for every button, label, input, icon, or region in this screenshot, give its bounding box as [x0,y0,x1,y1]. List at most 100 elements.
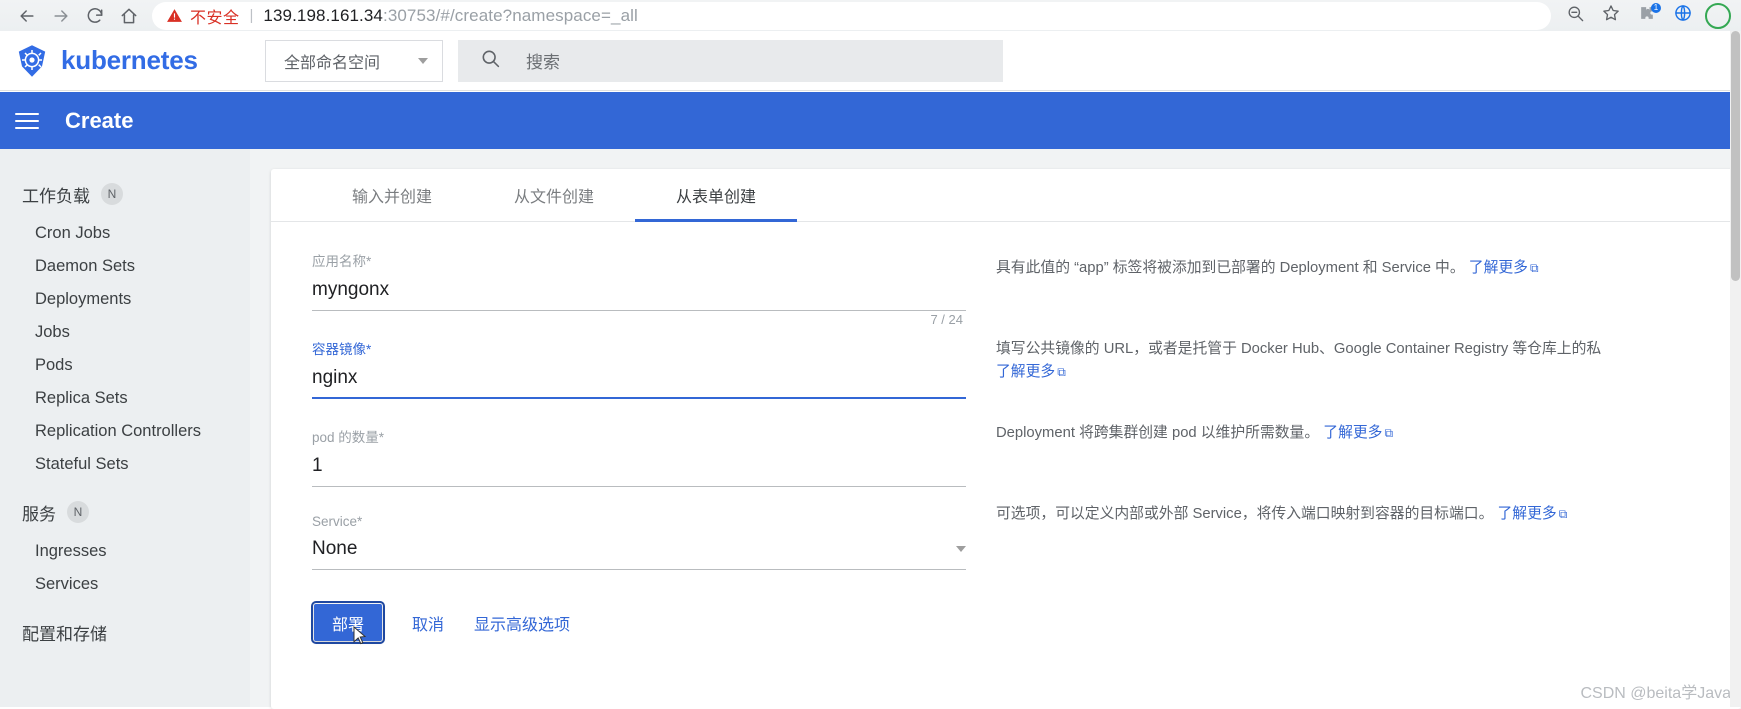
home-button[interactable] [112,2,146,30]
translate-button[interactable] [1665,2,1701,30]
external-link-icon: ⧉ [1529,261,1539,275]
page-scrollbar[interactable] [1730,31,1741,707]
help-container-image-link[interactable]: 了解更多 ⧉ [996,364,1066,380]
cancel-button[interactable]: 取消 [412,611,444,635]
deploy-button[interactable]: 部署 [310,601,386,645]
security-warning-text: 不安全 [190,9,240,27]
label-text: 容器镜像 [312,342,366,357]
sidebar-item-label: Deployments [35,290,132,308]
sidebar-item-replication-controllers[interactable]: Replication Controllers [0,415,250,448]
page-title: Create [65,107,134,133]
sidebar-item-pods[interactable]: Pods [0,349,250,382]
brand-logo[interactable]: kubernetes [0,43,250,79]
star-icon [1601,3,1621,28]
namespace-selector[interactable]: 全部命名空间 [265,39,443,82]
sidebar-group-label: 配置和存储 [22,624,107,644]
pod-count-input[interactable]: 1 [312,455,966,487]
pod-count-label: pod 的数量* [312,426,966,446]
container-image-input[interactable]: nginx [312,367,966,399]
help-slot-container-image: 填写公共镜像的 URL，或者是托管于 Docker Hub、Google Con… [996,338,1706,422]
help-pod-count-link[interactable]: 了解更多 ⧉ [1323,425,1393,441]
namespace-selector-value: 全部命名空间 [284,54,381,72]
field-app-name: 应用名称* myngonx 7 / 24 [312,250,966,327]
show-advanced-options-button[interactable]: 显示高级选项 [474,611,570,635]
chevron-down-icon [956,546,966,552]
sidebar: 工作负载 N Cron Jobs Daemon Sets Deployments… [0,149,250,707]
create-tabs: 输入并创建 从文件创建 从表单创建 [271,169,1741,222]
tab-label: 输入并创建 [351,189,432,206]
required-marker: * [357,514,363,529]
external-link-icon: ⧉ [1558,507,1568,521]
app-name-input[interactable]: myngonx [312,279,966,311]
advanced-button-label: 显示高级选项 [474,616,571,634]
namespaced-badge: N [67,501,89,523]
tab-create-from-form[interactable]: 从表单创建 [635,169,797,222]
url-path: :30753/#/create?namespace=_all [383,5,638,25]
sidebar-item-label: Services [35,575,99,593]
sidebar-item-services[interactable]: Services [0,568,250,601]
forward-button[interactable] [44,2,78,30]
create-card: 输入并创建 从文件创建 从表单创建 应用名称* myngonx 7 / 24 容… [271,169,1741,709]
search-input[interactable]: 搜索 [458,39,1003,82]
required-marker: * [378,430,385,445]
form-buttons: 部署 取消 显示高级选项 [310,597,966,645]
tab-create-from-input[interactable]: 输入并创建 [311,169,473,221]
help-service-text: 可选项，可以定义内部或外部 Service，将传入端口映射到容器的目标端口。 [996,506,1494,522]
bookmark-button[interactable] [1593,2,1629,30]
sidebar-group-label: 服务 [22,504,56,524]
sidebar-item-daemon-sets[interactable]: Daemon Sets [0,250,250,283]
sidebar-item-deployments[interactable]: Deployments [0,283,250,316]
label-text: Service [312,514,358,529]
help-link-label: 了解更多 [1497,506,1557,522]
service-select[interactable]: None [312,538,966,570]
reload-button[interactable] [78,2,112,30]
url-host: 139.198.161.34 [263,5,383,25]
label-text: pod 的数量 [312,430,379,445]
sidebar-divider [0,481,250,495]
tab-create-from-file[interactable]: 从文件创建 [473,169,635,221]
help-slot-pod-count: Deployment 将跨集群创建 pod 以维护所需数量。 了解更多 ⧉ [996,422,1706,503]
kubernetes-logo-icon [14,43,50,79]
extension-button[interactable]: 1 [1629,2,1665,30]
browser-actions: 1 [1557,2,1731,30]
sidebar-item-jobs[interactable]: Jobs [0,316,250,349]
scrollbar-thumb[interactable] [1731,31,1740,281]
help-container-image: 填写公共镜像的 URL，或者是托管于 Docker Hub、Google Con… [996,338,1706,384]
sidebar-item-cron-jobs[interactable]: Cron Jobs [0,217,250,250]
field-container-image: 容器镜像* nginx [312,338,966,399]
external-link-icon: ⧉ [1057,364,1066,379]
help-slot-app-name: 具有此值的 “app” 标签将被添加到已部署的 Deployment 和 Ser… [996,257,1706,338]
sidebar-item-label: Daemon Sets [35,257,135,275]
cancel-button-label: 取消 [412,616,445,634]
hamburger-menu-icon[interactable] [12,106,42,136]
arrow-left-icon [17,6,37,26]
arrow-right-icon [51,6,71,26]
container-image-label: 容器镜像* [312,338,966,358]
sidebar-item-ingresses[interactable]: Ingresses [0,535,250,568]
external-link-icon: ⧉ [1384,426,1394,440]
sidebar-item-label: Pods [35,356,73,374]
address-bar[interactable]: 不安全 | 139.198.161.34:30753/#/create?name… [152,1,1551,30]
chevron-down-icon [418,57,428,64]
sidebar-group-label: 工作负载 [22,186,90,206]
help-pod-count: Deployment 将跨集群创建 pod 以维护所需数量。 了解更多 ⧉ [996,422,1706,445]
home-icon [119,6,139,26]
help-service-link[interactable]: 了解更多 ⧉ [1498,506,1568,522]
sidebar-item-label: Replication Controllers [35,422,201,440]
field-service: Service* None [312,514,966,570]
sidebar-item-stateful-sets[interactable]: Stateful Sets [0,448,250,481]
help-link-label: 了解更多 [996,363,1056,380]
profile-avatar[interactable] [1705,2,1731,29]
sidebar-group-services: 服务 N [0,495,250,529]
sidebar-item-replica-sets[interactable]: Replica Sets [0,382,250,415]
tab-label: 从文件创建 [513,189,594,206]
help-app-name-text: 具有此值的 “app” 标签将被添加到已部署的 Deployment 和 Ser… [996,260,1465,276]
help-container-image-text: 填写公共镜像的 URL，或者是托管于 Docker Hub、Google Con… [996,341,1602,357]
help-slot-service: 可选项，可以定义内部或外部 Service，将传入端口映射到容器的目标端口。 了… [996,503,1706,584]
omnibox-separator: | [249,7,254,24]
label-text: 应用名称 [312,254,366,269]
zoom-out-button[interactable] [1557,2,1593,30]
required-marker: * [366,342,372,357]
help-app-name-link[interactable]: 了解更多 ⧉ [1469,260,1539,276]
back-button[interactable] [10,2,44,30]
